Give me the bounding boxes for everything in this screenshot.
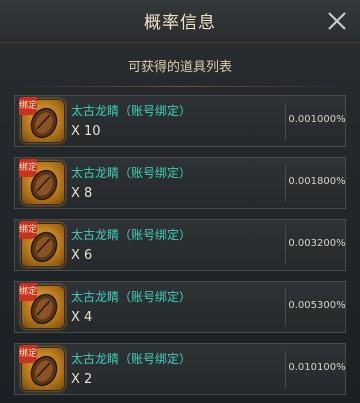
item-name: 太古龙睛（账号绑定） — [71, 290, 192, 304]
dialog-header: 概率信息 — [0, 0, 360, 43]
column-divider — [285, 350, 286, 388]
item-icon-slot[interactable]: 绑定 — [19, 283, 65, 329]
item-name: 太古龙睛（账号绑定） — [71, 228, 192, 242]
item-quantity: X 8 — [71, 186, 93, 201]
list-item: 绑定 太古龙睛（账号绑定） X 4 0.005300% — [14, 281, 346, 333]
bound-badge: 绑定 — [19, 283, 37, 301]
list-item: 绑定 太古龙睛（账号绑定） X 10 0.001000% — [14, 95, 346, 147]
list-subtitle: 可获得的道具列表 — [127, 60, 232, 75]
item-probability: 0.001800% — [288, 176, 346, 187]
bound-badge: 绑定 — [19, 221, 37, 239]
column-divider — [285, 226, 286, 264]
column-divider — [285, 164, 286, 202]
close-button[interactable] — [322, 6, 352, 36]
item-probability: 0.010100% — [288, 362, 346, 373]
item-name: 太古龙睛（账号绑定） — [71, 166, 192, 180]
item-icon-slot[interactable]: 绑定 — [19, 97, 65, 143]
item-list: 绑定 太古龙睛（账号绑定） X 10 0.001000% 绑定 太古龙睛（账号绑… — [14, 95, 346, 403]
subtitle-container: 可获得的道具列表 — [0, 56, 360, 78]
item-quantity: X 4 — [71, 310, 93, 325]
item-quantity: X 6 — [71, 248, 93, 263]
item-name: 太古龙睛（账号绑定） — [71, 352, 192, 366]
item-name: 太古龙睛（账号绑定） — [71, 104, 192, 118]
column-divider — [285, 102, 286, 140]
item-probability: 0.005300% — [288, 300, 346, 311]
bound-badge: 绑定 — [19, 159, 37, 177]
bound-badge: 绑定 — [19, 97, 37, 115]
list-item: 绑定 太古龙睛（账号绑定） X 8 0.001800% — [14, 157, 346, 209]
item-icon-slot[interactable]: 绑定 — [19, 159, 65, 205]
list-item: 绑定 太古龙睛（账号绑定） X 6 0.003200% — [14, 219, 346, 271]
item-quantity: X 10 — [71, 124, 101, 139]
item-icon-slot[interactable]: 绑定 — [19, 221, 65, 267]
item-quantity: X 2 — [71, 372, 93, 387]
close-icon — [328, 12, 346, 30]
item-icon-slot[interactable]: 绑定 — [19, 345, 65, 391]
probability-dialog: 概率信息 可获得的道具列表 绑定 太古龙睛（账号绑定） X 10 0.00100… — [0, 0, 360, 403]
dialog-title: 概率信息 — [144, 13, 216, 33]
subtitle-divider — [14, 86, 346, 87]
bound-badge: 绑定 — [19, 345, 37, 363]
column-divider — [285, 288, 286, 326]
item-probability: 0.003200% — [288, 238, 346, 249]
list-item: 绑定 太古龙睛（账号绑定） X 2 0.010100% — [14, 343, 346, 395]
item-probability: 0.001000% — [288, 114, 346, 125]
